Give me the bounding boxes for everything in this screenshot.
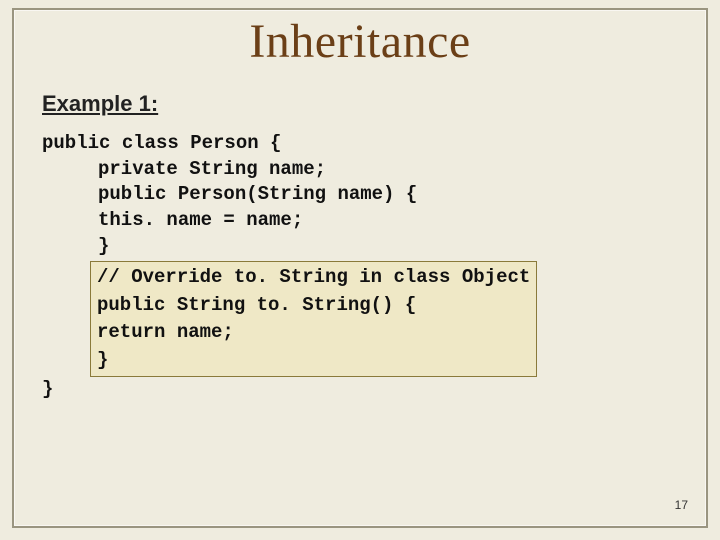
code-line: public String to. String() {: [97, 294, 416, 316]
code-line: }: [97, 349, 108, 371]
code-line: // Override to. String in class Object: [97, 266, 530, 288]
code-line: return name;: [97, 321, 234, 343]
code-block: public class Person { private String nam…: [42, 131, 678, 403]
code-line: }: [42, 378, 53, 400]
example-heading: Example 1:: [42, 91, 678, 117]
slide-title: Inheritance: [42, 10, 678, 69]
code-line: public class Person {: [42, 132, 281, 154]
code-line: public Person(String name) {: [42, 182, 417, 208]
page-number: 17: [675, 498, 688, 512]
code-line: this. name = name;: [42, 208, 303, 234]
code-line: private String name;: [42, 157, 326, 183]
highlighted-code-box: // Override to. String in class Object p…: [90, 261, 537, 377]
slide: Inheritance Example 1: public class Pers…: [0, 0, 720, 540]
code-line: }: [42, 234, 109, 260]
slide-inner-frame: Inheritance Example 1: public class Pers…: [12, 8, 708, 528]
